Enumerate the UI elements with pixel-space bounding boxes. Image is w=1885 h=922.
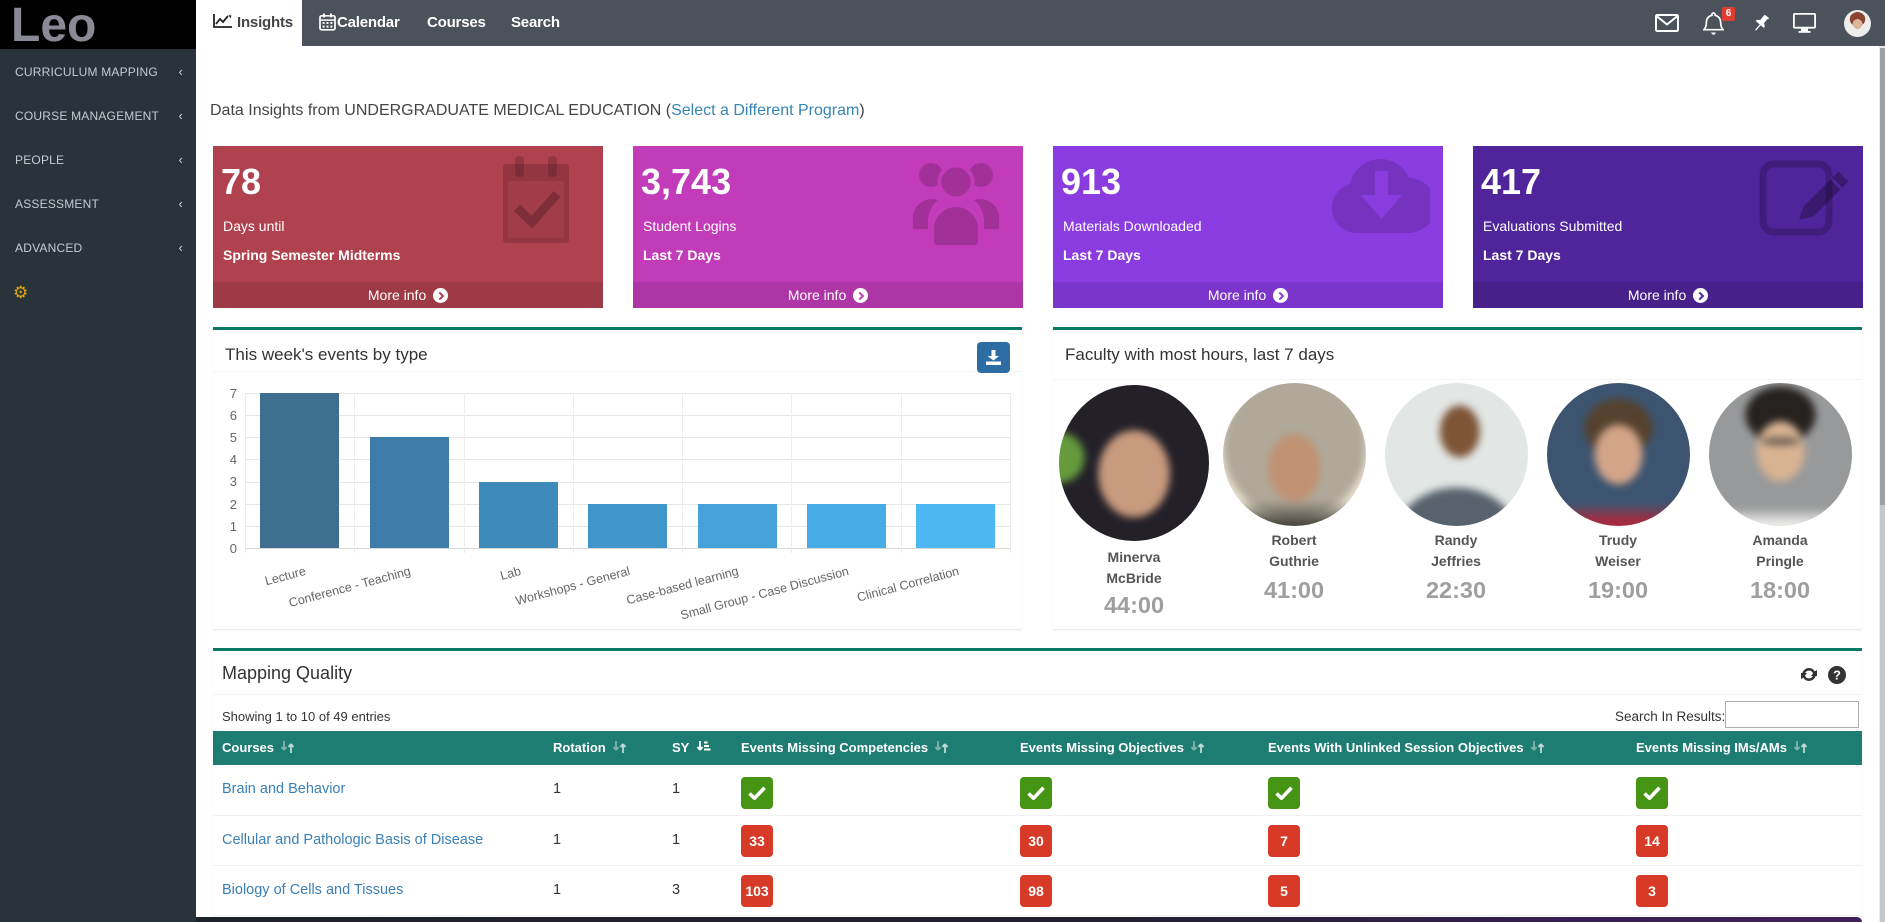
svg-text:?: ? <box>1833 668 1841 682</box>
